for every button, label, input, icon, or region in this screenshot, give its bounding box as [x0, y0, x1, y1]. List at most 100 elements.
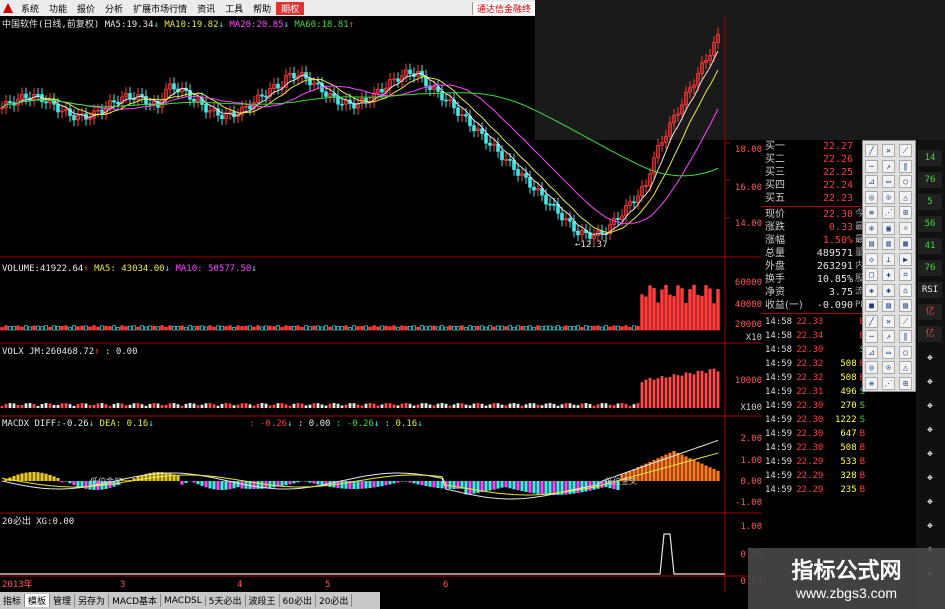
draw-tool-icon[interactable]: ╱: [865, 144, 878, 157]
tick-row[interactable]: 14:59 22.31 496 S: [762, 385, 865, 399]
arrow-icon[interactable]: ✥: [918, 470, 942, 486]
draw-tool-icon[interactable]: ⊞: [899, 376, 912, 390]
draw-tool-icon[interactable]: ⊞: [899, 206, 912, 219]
draw-tool-icon[interactable]: △: [899, 190, 912, 204]
tick-row[interactable]: 14:5822.34B: [762, 329, 865, 343]
draw-tool-icon[interactable]: ✱: [882, 283, 895, 297]
draw-tool-icon[interactable]: ▦: [899, 237, 912, 250]
arrow-icon[interactable]: ✥: [918, 374, 942, 390]
draw-tool-icon[interactable]: ◎: [865, 190, 878, 204]
draw-tool-icon[interactable]: ⊿: [865, 175, 878, 188]
menu-item[interactable]: 系统: [16, 2, 44, 15]
draw-tool-icon[interactable]: ▤: [865, 237, 878, 250]
tick-row[interactable]: 14:59 22.29 533 B: [762, 455, 865, 469]
indicator-tab[interactable]: 60必出: [280, 594, 316, 607]
indicator-tab[interactable]: MACD基本: [109, 594, 162, 607]
draw-tool-icon[interactable]: ○: [899, 175, 912, 188]
tick-row[interactable]: 14:5922.32508B: [762, 357, 865, 371]
draw-tool-icon[interactable]: ▶: [899, 252, 912, 266]
volume-bar: [192, 326, 196, 331]
menu-item[interactable]: 分析: [100, 2, 128, 15]
arrow-icon[interactable]: ✥: [918, 398, 942, 414]
broker-label[interactable]: 通达信金融终: [471, 1, 535, 15]
arrow-icon[interactable]: ✥: [918, 518, 942, 534]
tick-row[interactable]: 14:59 22.30 508 B: [762, 441, 865, 455]
tick-row[interactable]: 14:59 22.29 235 B: [762, 483, 865, 497]
menu-item[interactable]: 资讯: [192, 2, 220, 15]
volx-bar: [200, 404, 204, 408]
draw-tool-icon[interactable]: ◇: [865, 252, 878, 266]
draw-tool-icon[interactable]: ✕: [882, 314, 895, 328]
macd-bar: [20, 473, 24, 481]
draw-tool-icon[interactable]: ∥: [899, 330, 912, 343]
indicator-tab[interactable]: 5天必出: [206, 594, 246, 607]
candle-body: [116, 101, 120, 105]
indicator-tab[interactable]: 另存为: [75, 594, 110, 607]
menu-item[interactable]: 期权: [276, 1, 305, 15]
tick-row[interactable]: 14:59 22.30 1222 S: [762, 413, 865, 427]
tick-row[interactable]: 14:59 22.29 328 B: [762, 469, 865, 483]
menu-item[interactable]: 工具: [220, 2, 248, 15]
arrow-icon[interactable]: ✥: [918, 422, 942, 438]
draw-tool-icon[interactable]: ╱: [865, 314, 878, 328]
draw-tool-icon[interactable]: □: [865, 268, 878, 281]
draw-tool-icon[interactable]: ↗: [882, 330, 895, 343]
draw-tool-icon[interactable]: ⊕: [865, 221, 878, 235]
draw-tool-icon[interactable]: ☼: [899, 221, 912, 235]
indicator-tab[interactable]: 指标: [0, 594, 26, 607]
menu-item[interactable]: 功能: [44, 2, 72, 15]
draw-tool-icon[interactable]: ─: [865, 330, 878, 343]
draw-tool-icon[interactable]: ◎: [865, 361, 878, 374]
menu-item[interactable]: 报价: [72, 2, 100, 15]
draw-tool-icon[interactable]: ⟋: [899, 314, 912, 328]
draw-tool-icon[interactable]: ▭: [882, 175, 895, 188]
draw-tool-icon[interactable]: ▨: [899, 299, 912, 312]
draw-tool-icon[interactable]: ○: [899, 345, 912, 359]
tick-row[interactable]: 14:5822.33B: [762, 315, 865, 329]
arrow-icon[interactable]: ✥: [918, 350, 942, 366]
draw-tool-icon[interactable]: ⊿: [865, 345, 878, 359]
draw-tool-icon[interactable]: ⋰: [882, 376, 895, 390]
draw-tool-icon[interactable]: ↗: [882, 159, 895, 173]
draw-tool-icon[interactable]: ✕: [882, 144, 895, 157]
macd-histogram: [1, 439, 720, 500]
draw-tool-icon[interactable]: ▭: [882, 345, 895, 359]
draw-tool-icon[interactable]: ∥: [899, 159, 912, 173]
tick-list[interactable]: 14:5822.33B14:5822.34B14:5822.30S14:5922…: [762, 315, 865, 497]
arrow-icon[interactable]: ✥: [918, 446, 942, 462]
draw-tool-icon[interactable]: ⌂: [899, 283, 912, 297]
draw-tool-icon[interactable]: △: [899, 361, 912, 374]
menu-item[interactable]: 扩展市场行情: [128, 2, 192, 15]
indicator-tab[interactable]: 波段王: [246, 594, 280, 607]
draw-tool-icon[interactable]: ◈: [865, 283, 878, 297]
arrow-icon[interactable]: ✥: [918, 494, 942, 510]
draw-tool-icon[interactable]: ⊥: [882, 252, 895, 266]
tick-row[interactable]: 14:5822.30S: [762, 343, 865, 357]
tick-row[interactable]: 14:59 22.30 647 B: [762, 427, 865, 441]
draw-tool-icon[interactable]: ≡: [865, 376, 878, 390]
indicator-tab[interactable]: MACDSL: [161, 595, 206, 606]
draw-tool-icon[interactable]: ✚: [882, 268, 895, 281]
draw-tool-icon[interactable]: ≡: [865, 206, 878, 219]
draw-tool-icon[interactable]: ⊙: [882, 190, 895, 204]
tick-row[interactable]: 14:59 22.30 270 S: [762, 399, 865, 413]
drawing-toolbox[interactable]: ╱ ✕ ⟋ ─ ↗ ∥ ⊿ ▭ ○ ◎ ⊙ △ ≡ ⋰ ⊞ ⊕ ▣ ☼ ▤ ▥ ▦ ◇ ⊥ ▶ □ ✚ ⌗ ◈ ✱ ⌂ ■ ▧ ▨ ╱ ✕ ⟋ ─ ↗ ∥ ⊿…: [862, 140, 916, 392]
volume-bar: [680, 288, 684, 331]
draw-tool-icon[interactable]: ▣: [882, 221, 895, 235]
indicator-tab[interactable]: 20必出: [316, 594, 353, 607]
tick-row[interactable]: 14:5922.32508B: [762, 371, 865, 385]
macd-bar: [540, 481, 544, 495]
draw-tool-icon[interactable]: ⊙: [882, 361, 895, 374]
draw-tool-icon[interactable]: ▧: [882, 299, 895, 312]
draw-tool-icon[interactable]: ⋰: [882, 206, 895, 219]
draw-tool-icon[interactable]: ⌗: [899, 268, 912, 281]
draw-tool-icon[interactable]: ─: [865, 159, 878, 173]
draw-tool-icon[interactable]: ⟋: [899, 144, 912, 157]
indicator-tab[interactable]: 模板: [25, 594, 51, 607]
draw-tool-icon[interactable]: ▥: [882, 237, 895, 250]
indicator-tab[interactable]: 管理: [50, 594, 76, 607]
kline-chart-area[interactable]: [0, 16, 762, 592]
draw-tool-icon[interactable]: ■: [865, 299, 878, 312]
volx-bar: [132, 403, 136, 408]
menu-item[interactable]: 帮助: [248, 2, 276, 15]
